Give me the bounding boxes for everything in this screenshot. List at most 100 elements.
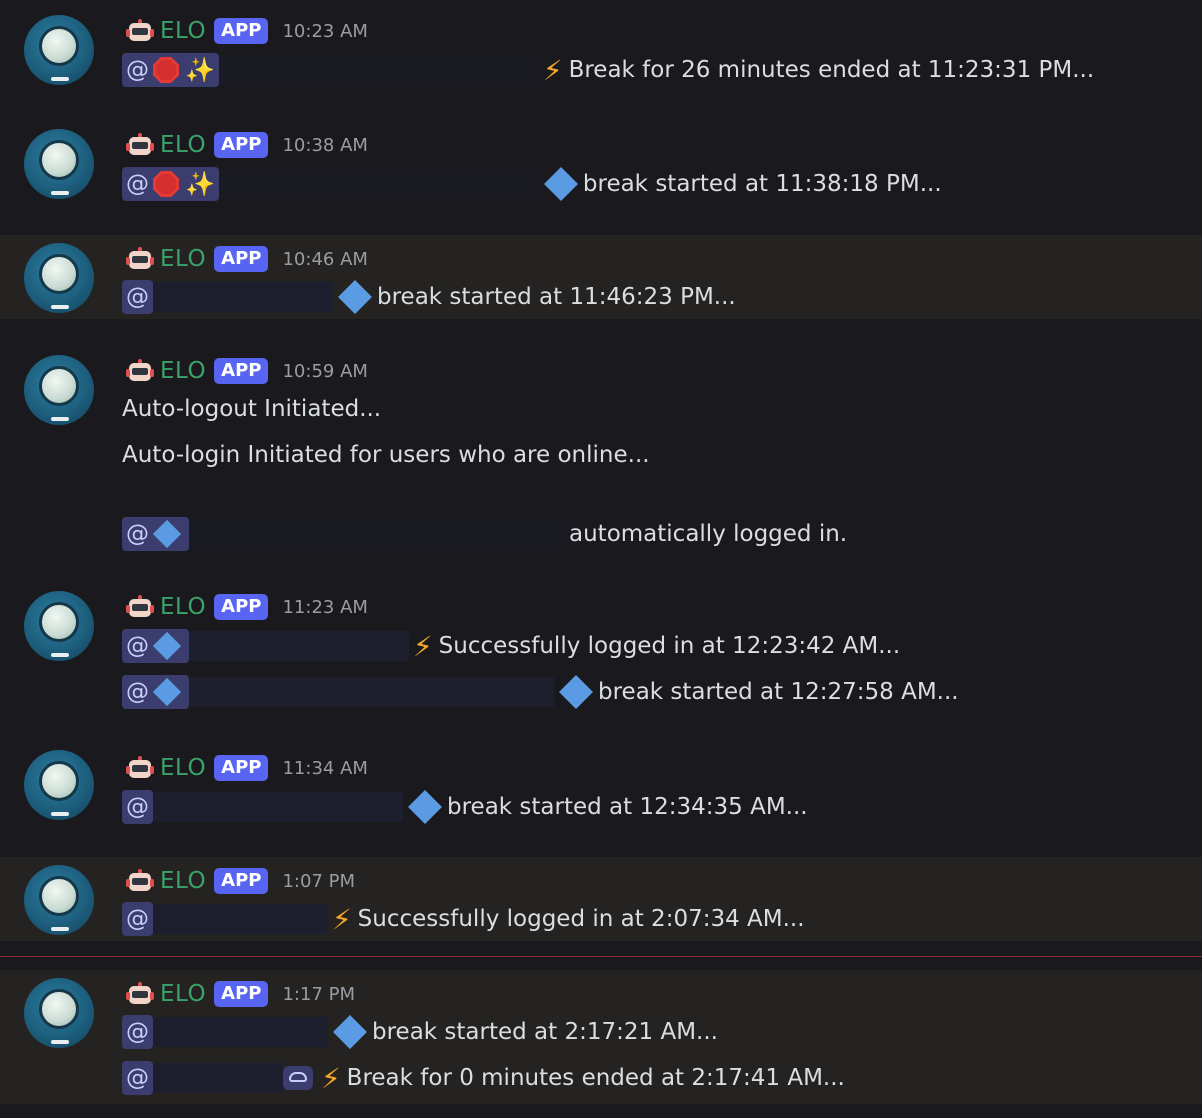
app-badge: APP — [214, 755, 269, 781]
message: ELO APP 10:23 AM @ ✨ ⚡ Break for 26 minut… — [0, 0, 1202, 110]
message-text: Successfully logged in at 12:23:42 AM... — [438, 633, 901, 659]
app-badge: APP — [214, 18, 269, 44]
bot-name[interactable]: ELO — [160, 981, 206, 1007]
app-badge: APP — [214, 594, 269, 620]
message-line: @ break started at 11:46:23 PM... — [122, 277, 736, 317]
app-badge: APP — [214, 358, 269, 384]
bot-name[interactable]: ELO — [160, 755, 206, 781]
blue-diamond-icon — [152, 631, 182, 661]
bot-avatar[interactable] — [24, 978, 94, 1048]
stop-sign-icon — [153, 57, 179, 83]
timestamp[interactable]: 10:23 AM — [282, 21, 367, 42]
user-mention[interactable]: @ — [122, 280, 153, 314]
message-text: automatically logged in. — [569, 521, 848, 547]
bot-name[interactable]: ELO — [160, 246, 206, 272]
new-messages-divider — [0, 956, 1202, 957]
message-line: @ ⚡ Successfully logged in at 2:07:34 AM… — [122, 899, 805, 939]
lightning-bolt-icon: ⚡ — [542, 53, 563, 87]
blue-diamond-icon — [333, 1015, 367, 1049]
user-mention[interactable]: @ — [122, 517, 189, 551]
sparkles-icon: ✨ — [185, 56, 215, 84]
bot-name[interactable]: ELO — [160, 132, 206, 158]
message-text: Auto-logout Initiated... — [122, 396, 382, 422]
robot-face-icon — [126, 982, 154, 1006]
message: ELO APP 10:46 AM @ break started at 11:4… — [0, 235, 1202, 319]
sparkles-icon: ✨ — [185, 170, 215, 198]
timestamp[interactable]: 11:34 AM — [282, 758, 367, 779]
user-mention[interactable]: @ — [122, 1061, 153, 1095]
message-line: @ ⚡ Successfully logged in at 12:23:42 A… — [122, 626, 900, 666]
redacted-area — [153, 1063, 283, 1093]
lightning-bolt-icon: ⚡ — [321, 1061, 341, 1095]
app-badge: APP — [214, 246, 269, 272]
redacted-area — [153, 792, 403, 822]
robot-face-icon — [126, 869, 154, 893]
message-text: break started at 12:34:35 AM... — [447, 794, 808, 820]
message-line: @ break started at 12:27:58 AM... — [122, 672, 959, 712]
message-text: break started at 2:17:21 AM... — [372, 1019, 718, 1045]
timestamp[interactable]: 1:07 PM — [282, 871, 355, 892]
app-badge: APP — [214, 981, 269, 1007]
timestamp[interactable]: 1:17 PM — [282, 984, 355, 1005]
redacted-area — [153, 1017, 328, 1047]
message-line: @ ✨ break started at 11:38:18 PM... — [122, 164, 942, 204]
bot-avatar[interactable] — [24, 243, 94, 313]
robot-face-icon — [126, 133, 154, 157]
user-mention[interactable]: @ — [122, 675, 189, 709]
bot-name[interactable]: ELO — [160, 358, 206, 384]
message-text: break started at 12:27:58 AM... — [598, 679, 959, 705]
blue-diamond-icon — [559, 675, 593, 709]
message-line: @ break started at 2:17:21 AM... — [122, 1012, 718, 1052]
blue-diamond-icon — [338, 280, 372, 314]
bot-name[interactable]: ELO — [160, 18, 206, 44]
message: ELO APP 10:38 AM @ ✨ break started at 11:… — [0, 114, 1202, 224]
robot-face-icon — [126, 247, 154, 271]
bot-name[interactable]: ELO — [160, 594, 206, 620]
message: ELO APP 11:23 AM @ ⚡ Successfully logged… — [0, 576, 1202, 726]
bot-avatar[interactable] — [24, 129, 94, 199]
message: ELO APP 10:59 AM Auto-logout Initiated..… — [0, 340, 1202, 560]
blue-diamond-icon — [152, 677, 182, 707]
timestamp[interactable]: 10:46 AM — [282, 249, 367, 270]
redacted-area — [153, 904, 328, 934]
redacted-area — [218, 55, 539, 85]
bot-avatar[interactable] — [24, 865, 94, 935]
app-badge: APP — [214, 132, 269, 158]
redacted-area — [189, 519, 569, 549]
redacted-area — [218, 169, 539, 199]
message-text: Auto-login Initiated for users who are o… — [122, 442, 650, 468]
app-badge: APP — [214, 868, 269, 894]
robot-face-icon — [126, 595, 154, 619]
blue-diamond-icon — [408, 790, 442, 824]
message-text: Break for 0 minutes ended at 2:17:41 AM.… — [346, 1065, 845, 1091]
bot-name[interactable]: ELO — [160, 868, 206, 894]
message-text: Break for 26 minutes ended at 11:23:31 P… — [568, 57, 1095, 83]
message-text: break started at 11:46:23 PM... — [377, 284, 736, 310]
user-mention[interactable]: @ ✨ — [122, 167, 219, 201]
user-mention[interactable]: @ — [122, 1015, 153, 1049]
message: ELO APP 11:34 AM @ break started at 12:3… — [0, 735, 1202, 845]
custom-emoji-icon — [283, 1066, 313, 1090]
robot-face-icon — [126, 359, 154, 383]
bot-avatar[interactable] — [24, 750, 94, 820]
timestamp[interactable]: 10:59 AM — [282, 361, 367, 382]
timestamp[interactable]: 11:23 AM — [282, 597, 367, 618]
stop-sign-icon — [153, 171, 179, 197]
user-mention[interactable]: @ — [122, 902, 153, 936]
bot-avatar[interactable] — [24, 15, 94, 85]
user-mention[interactable]: @ ✨ — [122, 53, 219, 87]
lightning-bolt-icon: ⚡ — [413, 629, 433, 663]
robot-face-icon — [126, 756, 154, 780]
message-line: @ ✨ ⚡ Break for 26 minutes ended at 11:23… — [122, 50, 1094, 90]
user-mention[interactable]: @ — [122, 629, 189, 663]
lightning-bolt-icon: ⚡ — [332, 902, 352, 936]
message-line: @ automatically logged in. — [122, 514, 847, 554]
bot-avatar[interactable] — [24, 591, 94, 661]
blue-diamond-icon — [152, 519, 182, 549]
bot-avatar[interactable] — [24, 355, 94, 425]
message-text: break started at 11:38:18 PM... — [582, 171, 942, 197]
message-text: Successfully logged in at 2:07:34 AM... — [357, 906, 805, 932]
timestamp[interactable]: 10:38 AM — [282, 135, 367, 156]
redacted-area — [153, 282, 333, 312]
user-mention[interactable]: @ — [122, 790, 153, 824]
